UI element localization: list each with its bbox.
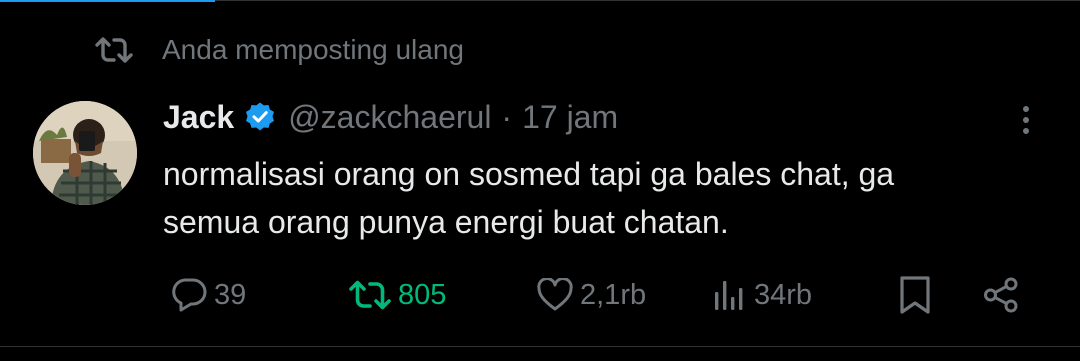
views-icon xyxy=(712,278,748,312)
verified-badge-icon xyxy=(244,101,276,133)
post-text: normalisasi orang on sosmed tapi ga bale… xyxy=(163,150,1043,246)
more-icon[interactable] xyxy=(1010,100,1042,140)
like-button[interactable]: 2,1rb xyxy=(536,272,646,318)
bottom-divider xyxy=(0,346,1080,347)
post-timestamp[interactable]: 17 jam xyxy=(522,99,618,136)
bookmark-icon xyxy=(897,275,933,315)
reply-count: 39 xyxy=(214,278,247,311)
author-handle[interactable]: @zackchaerul xyxy=(288,99,491,136)
like-icon xyxy=(536,278,574,312)
repost-context: Anda memposting ulang xyxy=(94,32,464,68)
post-header: Jack @zackchaerul · 17 jam xyxy=(163,95,618,139)
repost-button[interactable]: 805 xyxy=(348,272,446,318)
separator-dot: · xyxy=(501,98,513,135)
share-icon xyxy=(982,276,1022,314)
share-button[interactable] xyxy=(982,272,1022,318)
like-count: 2,1rb xyxy=(580,278,647,311)
views-count: 34rb xyxy=(754,278,813,311)
bookmark-button[interactable] xyxy=(897,272,933,318)
avatar[interactable] xyxy=(33,101,137,205)
repost-icon xyxy=(348,279,392,311)
top-divider xyxy=(215,0,1080,1)
post-text-line: semua orang punya energi buat chatan. xyxy=(163,204,729,240)
repost-context-text: Anda memposting ulang xyxy=(162,34,464,65)
display-name[interactable]: Jack xyxy=(163,99,234,136)
views-button[interactable]: 34rb xyxy=(712,272,812,318)
repost-icon xyxy=(94,34,134,66)
reply-button[interactable]: 39 xyxy=(170,272,246,318)
tab-indicator xyxy=(0,0,215,2)
reply-icon xyxy=(170,277,208,313)
repost-count: 805 xyxy=(398,278,447,311)
post-text-line: normalisasi orang on sosmed tapi ga bale… xyxy=(163,156,895,192)
